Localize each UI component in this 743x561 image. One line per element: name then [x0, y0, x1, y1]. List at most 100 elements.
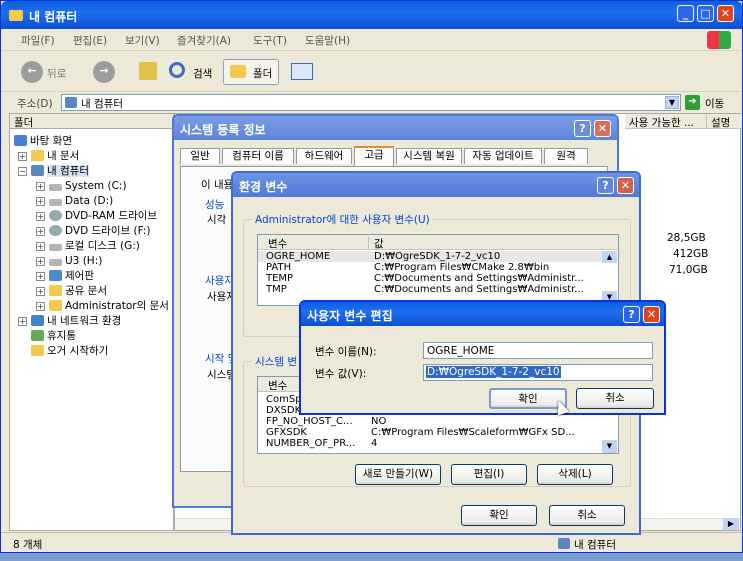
scroll-up-icon[interactable]: ▲: [602, 251, 617, 263]
variable-value-input[interactable]: D:₩OgreSDK_1-7-2_vc10: [423, 364, 653, 381]
col-header-available[interactable]: 사용 가능한 ...: [625, 114, 707, 129]
go-icon[interactable]: ➔: [685, 95, 700, 110]
explorer-titlebar[interactable]: 내 컴퓨터 _ □ ✕: [1, 1, 742, 29]
user-var-row[interactable]: TMP C:₩Documents and Settings₩Administr.…: [258, 284, 603, 295]
scroll-down-icon[interactable]: ▼: [602, 440, 617, 453]
tab-hardware[interactable]: 하드웨어: [296, 148, 352, 164]
menu-view[interactable]: 보기(V): [125, 33, 160, 48]
drive-icon: [49, 184, 62, 191]
tree-item-network[interactable]: + 내 네트워크 환경: [18, 314, 121, 329]
tree-item-drive-g[interactable]: + 로컬 디스크 (G:): [36, 239, 140, 254]
system-vars-group-label: 시스템 변: [252, 354, 300, 369]
scroll-right-icon[interactable]: ▶: [723, 518, 739, 530]
tab-advanced[interactable]: 고급: [354, 146, 394, 166]
expand-icon[interactable]: +: [18, 317, 27, 326]
address-dropdown-icon[interactable]: ▼: [665, 96, 679, 109]
status-count: 8 개체: [13, 539, 43, 551]
tree-item-drive-c[interactable]: + System (C:): [36, 179, 127, 194]
expand-icon[interactable]: +: [36, 272, 45, 281]
address-input[interactable]: 내 컴퓨터 ▼: [61, 94, 681, 111]
tab-remote[interactable]: 원격: [544, 148, 588, 164]
tree-item-drive-d[interactable]: + Data (D:): [36, 194, 113, 209]
tree-item-my-documents[interactable]: + 내 문서: [18, 149, 79, 164]
back-label[interactable]: 뒤로: [47, 66, 66, 81]
close-button[interactable]: ✕: [594, 120, 611, 137]
expand-icon[interactable]: +: [36, 257, 45, 266]
close-button[interactable]: ✕: [643, 306, 660, 323]
go-label[interactable]: 이동: [705, 96, 724, 111]
tree-item-drive-h[interactable]: + U3 (H:): [36, 254, 102, 269]
expand-icon[interactable]: +: [36, 242, 45, 251]
menu-help[interactable]: 도움말(H): [305, 33, 350, 48]
envvars-title: 환경 변수: [239, 180, 288, 194]
expand-icon[interactable]: +: [18, 152, 27, 161]
user-var-row[interactable]: PATH C:₩Program Files₩CMake 2.8₩bin: [258, 262, 603, 273]
tab-auto-update[interactable]: 자동 업데이트: [464, 148, 542, 164]
new-variable-button[interactable]: 새로 만들기(W): [355, 464, 441, 485]
optical-drive-icon: [49, 210, 62, 221]
network-icon: [31, 315, 44, 326]
system-var-row[interactable]: NUMBER_OF_PR... 4: [258, 438, 603, 449]
close-button[interactable]: ✕: [617, 177, 634, 194]
cancel-button[interactable]: 취소: [576, 388, 654, 409]
forward-icon[interactable]: →: [93, 61, 115, 83]
tree-item-desktop[interactable]: 바탕 화면: [14, 134, 72, 149]
expand-icon[interactable]: +: [36, 182, 45, 191]
expand-icon[interactable]: +: [36, 227, 45, 236]
menu-edit[interactable]: 편집(E): [73, 33, 107, 48]
col-header-desc[interactable]: 설명: [707, 114, 742, 129]
col-val-header[interactable]: 값: [374, 236, 384, 251]
user-var-row-selected[interactable]: OGRE_HOME D:₩OgreSDK_1-7-2_vc10: [258, 251, 603, 262]
sysprops-title: 시스템 등록 정보: [180, 123, 266, 137]
views-icon[interactable]: [291, 63, 313, 80]
tab-computer-name[interactable]: 컴퓨터 이름: [222, 148, 294, 164]
tree-item-recycle-bin[interactable]: 휴지통: [31, 329, 76, 344]
system-var-row[interactable]: GFXSDK C:₩Program Files₩Scaleform₩GFx SD…: [258, 427, 603, 438]
help-button[interactable]: ?: [574, 120, 591, 137]
search-label[interactable]: 검색: [193, 66, 212, 81]
expand-icon[interactable]: +: [36, 197, 45, 206]
ok-button[interactable]: 확인: [461, 505, 537, 526]
back-icon[interactable]: ←: [21, 61, 43, 83]
envvars-titlebar[interactable]: 환경 변수 ? ✕: [233, 173, 639, 197]
cancel-button[interactable]: 취소: [549, 505, 625, 526]
col-var-header[interactable]: 변수: [268, 236, 287, 251]
tree-label: DVD-RAM 드라이브: [65, 210, 158, 222]
tree-item-control-panel[interactable]: + 제어판: [36, 269, 94, 284]
minimize-button[interactable]: _: [677, 5, 694, 22]
expand-icon[interactable]: +: [36, 287, 45, 296]
menu-tools[interactable]: 도구(T): [253, 33, 287, 48]
col-var-header[interactable]: 변수: [268, 378, 287, 393]
editdlg-titlebar[interactable]: 사용자 변수 편집 ? ✕: [301, 302, 664, 326]
sysprops-titlebar[interactable]: 시스템 등록 정보 ? ✕: [174, 116, 617, 140]
collapse-icon[interactable]: −: [18, 167, 27, 176]
tree-item-dvd-ram[interactable]: + DVD-RAM 드라이브: [36, 209, 157, 224]
tree-item-shared-docs[interactable]: + 공유 문서: [36, 284, 107, 299]
tab-general[interactable]: 일반: [180, 148, 220, 164]
up-folder-icon[interactable]: [139, 62, 157, 80]
user-var-row[interactable]: TEMP C:₩Documents and Settings₩Administr…: [258, 273, 603, 284]
close-button[interactable]: ✕: [717, 5, 734, 22]
variable-name-input[interactable]: [423, 342, 653, 359]
edit-variable-button[interactable]: 편집(I): [451, 464, 527, 485]
folder-icon: [49, 285, 62, 296]
menu-favorites[interactable]: 즐겨찾기(A): [177, 33, 231, 48]
maximize-button[interactable]: □: [697, 5, 714, 22]
tree-item-admin-docs[interactable]: + Administrator의 문서: [36, 299, 169, 314]
computer-icon: [65, 97, 77, 108]
delete-variable-button[interactable]: 삭제(L): [537, 464, 613, 485]
menu-file[interactable]: 파일(F): [21, 33, 55, 48]
user-vars-list[interactable]: 변수 값 OGRE_HOME D:₩OgreSDK_1-7-2_vc10 PAT…: [257, 234, 619, 306]
tree-item-dvd-f[interactable]: + DVD 드라이브 (F:): [36, 224, 150, 239]
recycle-bin-icon: [31, 330, 44, 341]
expand-icon[interactable]: +: [36, 212, 45, 221]
search-icon[interactable]: [169, 62, 185, 78]
col-divider[interactable]: [368, 237, 369, 248]
system-var-row[interactable]: FP_NO_HOST_C... NO: [258, 416, 603, 427]
tree-item-ogre[interactable]: 오거 시작하기: [31, 344, 108, 359]
help-button[interactable]: ?: [597, 177, 614, 194]
help-button[interactable]: ?: [623, 306, 640, 323]
tab-system-restore[interactable]: 시스템 복원: [396, 148, 462, 164]
expand-icon[interactable]: +: [36, 302, 45, 311]
tree-item-my-computer[interactable]: − 내 컴퓨터: [18, 164, 89, 179]
